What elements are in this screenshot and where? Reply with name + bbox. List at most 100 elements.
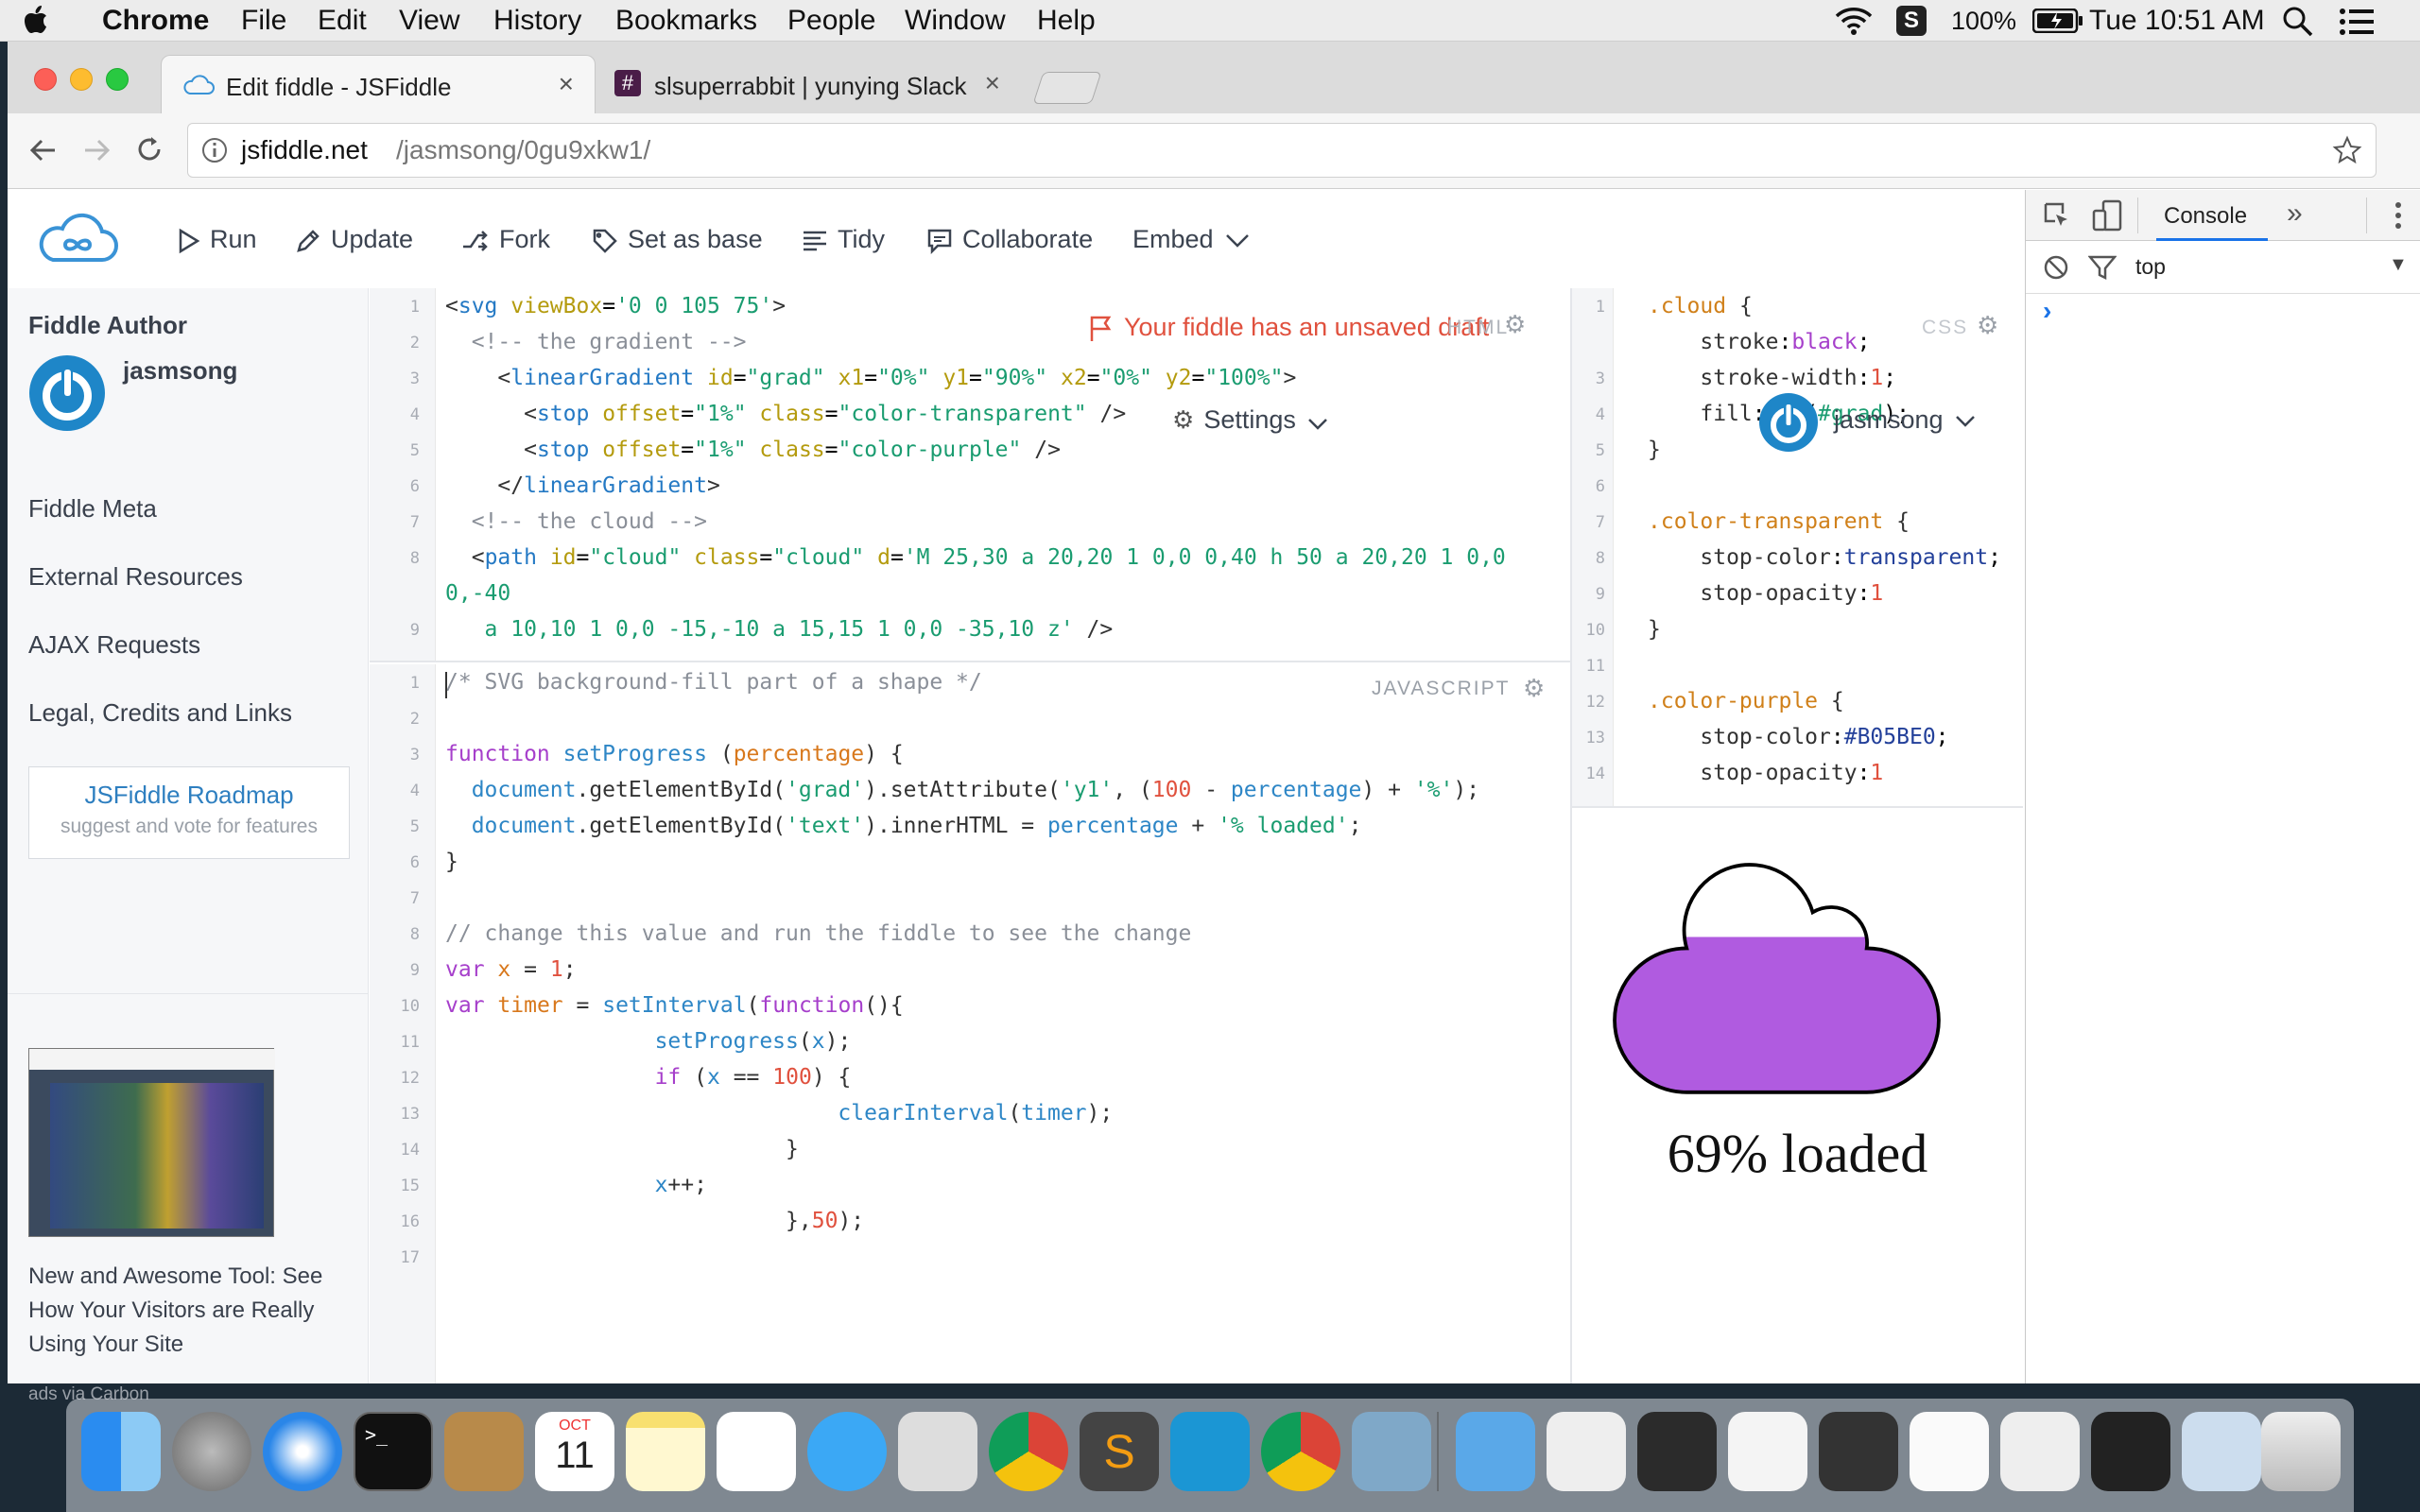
sublime-text-icon[interactable]: S: [1080, 1412, 1159, 1491]
ad-text[interactable]: New and Awesome Tool: See How Your Visit…: [28, 1260, 350, 1362]
user-menu[interactable]: jasmsong: [1834, 405, 1976, 435]
sidebar-item-legal[interactable]: Legal, Credits and Links: [28, 698, 292, 728]
menu-people[interactable]: People: [787, 4, 875, 38]
notification-center-icon[interactable]: [2339, 8, 2375, 36]
tab-close-icon[interactable]: ×: [985, 68, 1000, 98]
tab-slack[interactable]: # slsuperrabbit | yunying Slack ×: [601, 55, 1028, 113]
chrome-icon[interactable]: [989, 1412, 1068, 1491]
sketch-menu-icon[interactable]: S: [1896, 6, 1927, 36]
spotlight-search-icon[interactable]: [2282, 6, 2314, 38]
apple-icon[interactable]: [25, 6, 49, 34]
menu-clock[interactable]: Tue 10:51 AM: [2089, 4, 2265, 38]
tab-jsfiddle[interactable]: Edit fiddle - JSFiddle ×: [161, 55, 596, 113]
forward-icon[interactable]: [81, 136, 112, 164]
sidebar-item-ajax-requests[interactable]: AJAX Requests: [28, 630, 200, 660]
unsaved-draft-text: Your fiddle has an unsaved draft: [1124, 313, 1490, 341]
jsfiddle-page: Run Update Fork Set as base Tidy Collabo…: [8, 190, 2023, 1404]
context-dropdown-icon[interactable]: ▼: [2389, 254, 2408, 276]
more-tabs-icon[interactable]: »: [2287, 198, 2303, 230]
collaborate-button[interactable]: Collaborate: [926, 222, 1093, 256]
brackets-icon[interactable]: [1170, 1412, 1250, 1491]
set-as-base-button[interactable]: Set as base: [592, 222, 763, 256]
menu-file[interactable]: File: [241, 4, 286, 38]
html-settings-gear-icon[interactable]: ⚙: [1504, 312, 1527, 336]
css-settings-gear-icon[interactable]: ⚙: [1977, 311, 1998, 340]
messages-icon[interactable]: [807, 1412, 887, 1491]
ad-image-header: [29, 1049, 275, 1070]
zoom-window-button[interactable]: [106, 68, 129, 91]
inspect-element-icon[interactable]: [2043, 201, 2073, 232]
script-editor-icon[interactable]: [898, 1412, 977, 1491]
more-options-icon[interactable]: [2394, 201, 2402, 230]
calendar-icon[interactable]: OCT 11: [535, 1412, 614, 1491]
unsaved-draft-notice[interactable]: Your fiddle has an unsaved draft: [1088, 313, 1489, 343]
update-button[interactable]: Update: [295, 222, 413, 256]
omnibox[interactable]: jsfiddle.net /jasmsong/0gu9xkw1/: [187, 123, 2377, 178]
bookmark-star-icon[interactable]: [2332, 135, 2362, 165]
js-panel[interactable]: 1 2 3 4 5 6 7 8 9 10 11 12 13 14 15 16 17 /* SVG backgro…: [370, 664, 1570, 1383]
terminal-icon[interactable]: >_: [354, 1412, 433, 1491]
window-thumbnail-icon[interactable]: [2182, 1412, 2261, 1491]
notes-icon[interactable]: [626, 1412, 705, 1491]
menu-help[interactable]: Help: [1037, 4, 1096, 38]
sidebar-item-external-resources[interactable]: External Resources: [28, 562, 243, 592]
sidebar-item-fiddle-meta[interactable]: Fiddle Meta: [28, 494, 157, 524]
html-panel[interactable]: 123456789 <svg viewBox='0 0 105 75'> <!-…: [370, 288, 1570, 662]
jsfiddle-logo-icon[interactable]: [36, 211, 119, 267]
back-icon[interactable]: [28, 136, 59, 164]
avatar[interactable]: [28, 354, 106, 432]
window-thumbnail-icon[interactable]: [1728, 1412, 1807, 1491]
tab-close-icon[interactable]: ×: [559, 69, 574, 99]
reload-icon[interactable]: [134, 134, 164, 164]
menu-window[interactable]: Window: [905, 4, 1006, 38]
menu-bookmarks[interactable]: Bookmarks: [615, 4, 757, 38]
wifi-icon[interactable]: [1834, 6, 1874, 36]
window-thumbnail-icon[interactable]: [1910, 1412, 1989, 1491]
chrome-canary-icon[interactable]: [1261, 1412, 1340, 1491]
reminders-icon[interactable]: [717, 1412, 796, 1491]
preview-icon[interactable]: [1352, 1412, 1431, 1491]
author-name[interactable]: jasmsong: [123, 356, 237, 386]
safari-icon[interactable]: [263, 1412, 342, 1491]
window-thumbnail-icon[interactable]: [1637, 1412, 1717, 1491]
new-tab-button[interactable]: [1032, 72, 1102, 104]
battery-icon[interactable]: [2032, 9, 2083, 33]
battery-percent[interactable]: 100%: [1951, 4, 2016, 38]
roadmap-card[interactable]: JSFiddle Roadmap suggest and vote for fe…: [28, 766, 350, 859]
info-icon[interactable]: [201, 137, 228, 163]
js-line: }: [786, 1137, 799, 1161]
html-line: <stop offset="1%" class="color-purple" /…: [524, 438, 1061, 462]
trash-icon[interactable]: [2261, 1412, 2341, 1491]
js-settings-gear-icon[interactable]: ⚙: [1523, 674, 1545, 703]
contacts-icon[interactable]: [444, 1412, 524, 1491]
clear-console-icon[interactable]: [2043, 254, 2069, 281]
embed-button[interactable]: Embed: [1132, 222, 1250, 256]
run-button[interactable]: Run: [178, 222, 257, 256]
slack-favicon-icon: #: [614, 70, 641, 96]
filter-icon[interactable]: [2088, 254, 2117, 281]
ad-image[interactable]: [28, 1048, 275, 1237]
minimize-window-button[interactable]: [70, 68, 93, 91]
console-prompt-icon[interactable]: ›: [2043, 296, 2051, 326]
window-thumbnail-icon[interactable]: [1547, 1412, 1626, 1491]
window-thumbnail-icon[interactable]: [2091, 1412, 2170, 1491]
fork-button[interactable]: Fork: [461, 222, 550, 256]
context-select[interactable]: top: [2135, 254, 2166, 280]
menu-edit[interactable]: Edit: [318, 4, 367, 38]
menu-history[interactable]: History: [493, 4, 581, 38]
finder-icon[interactable]: [81, 1412, 161, 1491]
user-avatar[interactable]: [1758, 392, 1819, 453]
device-toolbar-icon[interactable]: [2092, 199, 2122, 232]
window-thumbnail-icon[interactable]: [1819, 1412, 1898, 1491]
result-panel[interactable]: 69% loaded: [1572, 810, 2023, 1383]
menu-app-name[interactable]: Chrome: [102, 4, 209, 38]
close-window-button[interactable]: [34, 68, 57, 91]
tab-console[interactable]: Console: [2156, 190, 2268, 241]
tidy-button[interactable]: Tidy: [802, 222, 885, 256]
menu-view[interactable]: View: [399, 4, 459, 38]
css-panel[interactable]: 1 3 4 5 6 7 8 9 10 11 12 13 14 .cloud { stroke:black…: [1572, 288, 2023, 808]
launchpad-icon[interactable]: [172, 1412, 251, 1491]
downloads-folder-icon[interactable]: [1456, 1412, 1535, 1491]
settings-dropdown[interactable]: ⚙ Settings: [1172, 405, 1328, 435]
window-thumbnail-icon[interactable]: [2000, 1412, 2080, 1491]
